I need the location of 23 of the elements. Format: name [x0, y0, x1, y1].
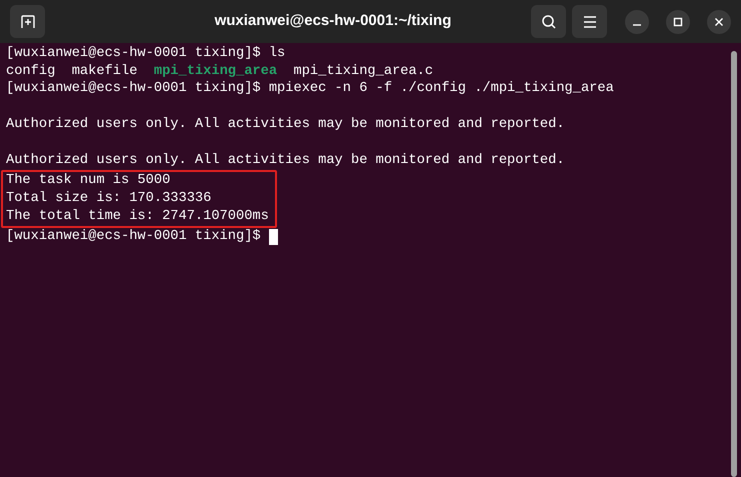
- menu-icon: [582, 16, 596, 28]
- scrollbar[interactable]: [731, 51, 737, 477]
- terminal-line: [wuxianwei@ecs-hw-0001 tixing]$ mpiexec -n 6 -f ./config ./mpi_tixing_area: [6, 80, 614, 98]
- terminal-line: Authorized users only. All activities may be monitored and reported.: [6, 152, 565, 170]
- window-title: wuxianwei@ecs-hw-0001:~/tixing: [214, 11, 452, 32]
- close-button[interactable]: [707, 10, 731, 34]
- terminal-line: Total size is: 170.333336: [6, 190, 212, 208]
- menu-button[interactable]: [572, 5, 607, 38]
- close-icon: [714, 16, 724, 26]
- maximize-button[interactable]: [666, 10, 690, 34]
- new-tab-icon: [20, 14, 36, 30]
- minimize-button[interactable]: [625, 10, 649, 34]
- terminal-line: The task num is 5000: [6, 172, 170, 190]
- maximize-icon: [673, 16, 683, 26]
- terminal-line: The total time is: 2747.107000ms: [6, 208, 269, 226]
- search-button[interactable]: [531, 5, 566, 38]
- new-tab-button[interactable]: [10, 5, 45, 38]
- terminal-line: [wuxianwei@ecs-hw-0001 tixing]$ ls: [6, 44, 286, 63]
- terminal-line: [wuxianwei@ecs-hw-0001 tixing]$: [6, 228, 262, 246]
- minimize-icon: [633, 24, 641, 26]
- search-icon: [540, 14, 556, 30]
- terminal-line: Authorized users only. All activities may be monitored and reported.: [6, 116, 565, 134]
- terminal-line: config makefile mpi_tixing_area mpi_tixing_area.c: [6, 62, 434, 81]
